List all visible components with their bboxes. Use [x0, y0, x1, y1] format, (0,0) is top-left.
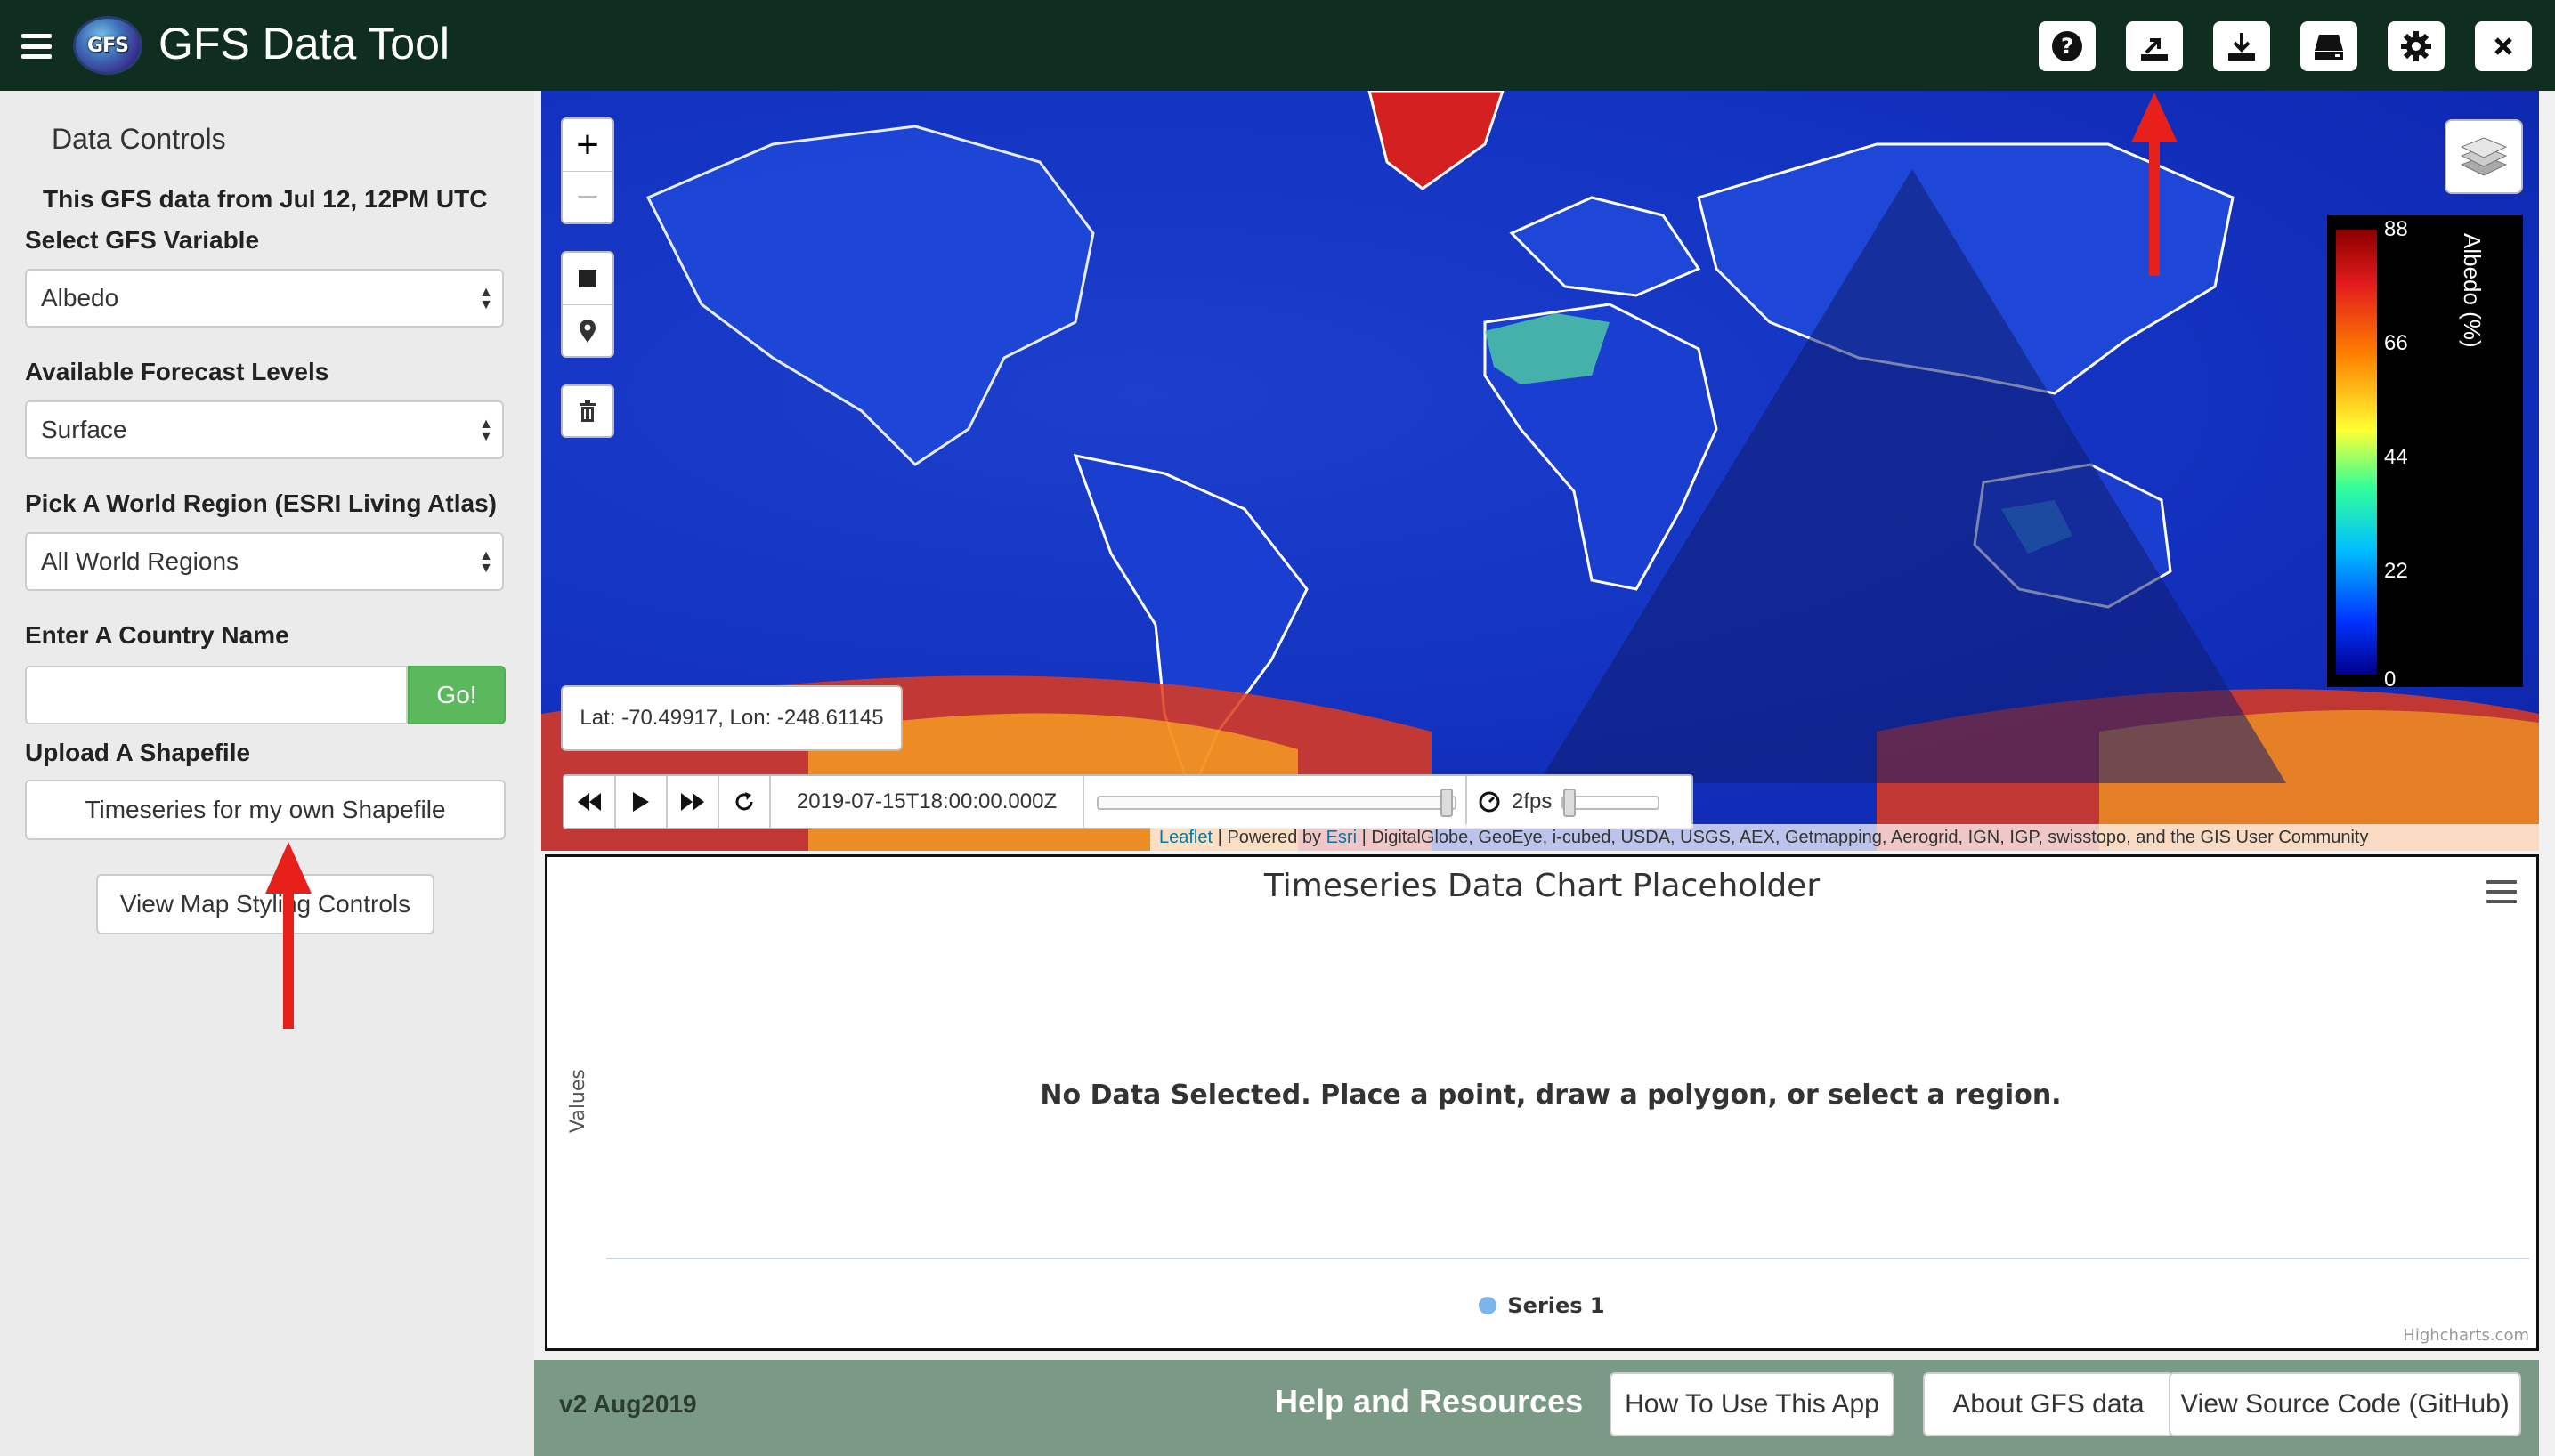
country-label: Enter A Country Name	[25, 621, 289, 649]
sidebar-heading: Data Controls	[52, 123, 226, 155]
region-select[interactable]: All World Regions ▲ ▼	[25, 532, 504, 591]
version-label: v2 Aug2019	[559, 1390, 697, 1418]
region-label: Pick A World Region (ESRI Living Atlas)	[25, 489, 497, 517]
levels-label: Available Forecast Levels	[25, 358, 329, 385]
time-dimension-player: 2019-07-15T18:00:00.000Z 2fps	[563, 774, 1693, 829]
variable-label: Select GFS Variable	[25, 226, 260, 254]
time-slider-handle[interactable]	[1440, 789, 1453, 817]
no-data-message: No Data Selected. Place a point, draw a …	[1040, 1080, 2062, 1111]
help-icon: ?	[2052, 31, 2082, 61]
go-button[interactable]: Go!	[408, 666, 506, 724]
backward-icon	[578, 793, 601, 811]
annotation-arrow	[2131, 93, 2178, 276]
albedo-color-legend: 88 66 44 22 0 Albedo (%)	[2327, 215, 2523, 692]
select-arrows-icon: ▲ ▼	[479, 548, 493, 576]
fps-label: 2fps	[1512, 789, 1553, 813]
esri-link[interactable]: Esri	[1326, 828, 1357, 848]
gfs-logo: GFS	[73, 16, 142, 75]
map-view[interactable]: + − 88 66 44 22 0 Albedo (%) Lat: -70.49…	[541, 91, 2539, 851]
data-date-note: This GFS data from Jul 12, 12PM UTC	[43, 185, 488, 213]
region-select-value: All World Regions	[41, 547, 239, 575]
play-button[interactable]	[616, 776, 668, 828]
map-attribution: Leaflet | Powered by Esri | DigitalGlobe…	[1150, 824, 2539, 851]
footer-bar: v2 Aug2019 Help and Resources How To Use…	[534, 1360, 2539, 1456]
upload-icon	[2141, 38, 2168, 61]
step-forward-button[interactable]	[668, 776, 719, 828]
x-axis-line	[606, 1258, 2529, 1259]
chart-credits[interactable]: Highcharts.com	[2403, 1326, 2529, 1345]
draw-rectangle-button[interactable]	[563, 253, 612, 304]
top-navbar: GFS GFS Data Tool ?	[0, 0, 2555, 91]
download-button[interactable]	[2213, 21, 2270, 71]
leaflet-link[interactable]: Leaflet	[1159, 828, 1213, 848]
layers-control-button[interactable]	[2445, 119, 2523, 194]
legend-title: Albedo (%)	[2459, 233, 2486, 348]
about-gfs-button[interactable]: About GFS data	[1923, 1372, 2174, 1436]
app-title: GFS Data Tool	[158, 19, 450, 69]
gear-icon	[2401, 31, 2431, 61]
draw-toolbar	[561, 251, 614, 358]
data-controls-sidebar: Data Controls This GFS data from Jul 12,…	[0, 91, 534, 1456]
shapefile-label: Upload A Shapefile	[25, 739, 251, 766]
variable-select-value: Albedo	[41, 284, 119, 311]
legend-color-bar	[2336, 230, 2377, 675]
svg-text:?: ?	[2061, 34, 2073, 59]
time-slider-track	[1097, 796, 1456, 810]
zoom-out-button[interactable]: −	[563, 171, 612, 222]
zoom-in-button[interactable]: +	[563, 119, 612, 171]
attribution-sources: DigitalGlobe, GeoEye, i-cubed, USDA, USG…	[1371, 827, 2369, 847]
help-resources-title: Help and Resources	[1275, 1383, 1584, 1420]
speed-slider-handle[interactable]	[1563, 789, 1576, 817]
levels-select-value: Surface	[41, 416, 127, 443]
chart-title: Timeseries Data Chart Placeholder	[1263, 868, 1821, 904]
step-backward-button[interactable]	[564, 776, 616, 828]
timeseries-chart: Timeseries Data Chart Placeholder Values…	[545, 854, 2539, 1351]
chart-legend-item[interactable]: Series 1	[548, 1293, 2536, 1318]
legend-tick: 44	[2384, 445, 2408, 469]
view-source-button[interactable]: View Source Code (GitHub)	[2169, 1372, 2521, 1436]
loop-button[interactable]	[719, 776, 771, 828]
coordinates-readout: Lat: -70.49917, Lon: -248.61145	[561, 685, 903, 751]
speed-slider-track	[1561, 796, 1659, 810]
drive-icon	[2315, 35, 2343, 60]
shapefile-timeseries-button[interactable]: Timeseries for my own Shapefile	[25, 780, 506, 840]
levels-select[interactable]: Surface ▲ ▼	[25, 400, 504, 459]
settings-button[interactable]	[2388, 21, 2445, 71]
help-button[interactable]: ?	[2039, 21, 2096, 71]
delete-shapes-button[interactable]	[561, 384, 614, 438]
speed-slider[interactable]	[1561, 776, 1668, 828]
layers-icon	[2460, 137, 2508, 176]
annotation-arrow	[265, 842, 312, 1029]
chart-menu-icon[interactable]	[2486, 880, 2517, 903]
series-marker-icon	[1479, 1297, 1497, 1314]
forward-icon	[681, 793, 704, 811]
legend-tick: 22	[2384, 559, 2408, 583]
time-slider[interactable]	[1084, 776, 1467, 828]
legend-tick: 0	[2384, 667, 2397, 692]
legend-tick: 66	[2384, 331, 2408, 355]
powered-by-text: Powered by	[1227, 827, 1321, 847]
select-arrows-icon: ▲ ▼	[479, 417, 493, 444]
trash-icon	[580, 400, 596, 422]
download-icon	[2228, 33, 2255, 61]
close-button[interactable]	[2475, 21, 2532, 71]
draw-marker-button[interactable]	[563, 304, 612, 356]
drive-button[interactable]	[2300, 21, 2357, 71]
zoom-control: + −	[561, 117, 614, 224]
hamburger-menu-icon[interactable]	[21, 34, 52, 59]
refresh-icon	[735, 792, 753, 811]
series-name: Series 1	[1507, 1293, 1605, 1318]
play-icon	[633, 792, 649, 812]
select-arrows-icon: ▲ ▼	[479, 285, 493, 312]
speed-gauge-icon	[1467, 776, 1512, 828]
how-to-use-button[interactable]: How To Use This App	[1610, 1372, 1894, 1436]
country-input[interactable]	[25, 666, 408, 724]
map-marker-icon	[580, 319, 596, 343]
close-icon	[2494, 37, 2512, 55]
square-icon	[579, 270, 596, 287]
legend-tick: 88	[2384, 217, 2408, 241]
upload-export-button[interactable]	[2126, 21, 2183, 71]
variable-select[interactable]: Albedo ▲ ▼	[25, 269, 504, 328]
current-time-display: 2019-07-15T18:00:00.000Z	[771, 776, 1084, 828]
